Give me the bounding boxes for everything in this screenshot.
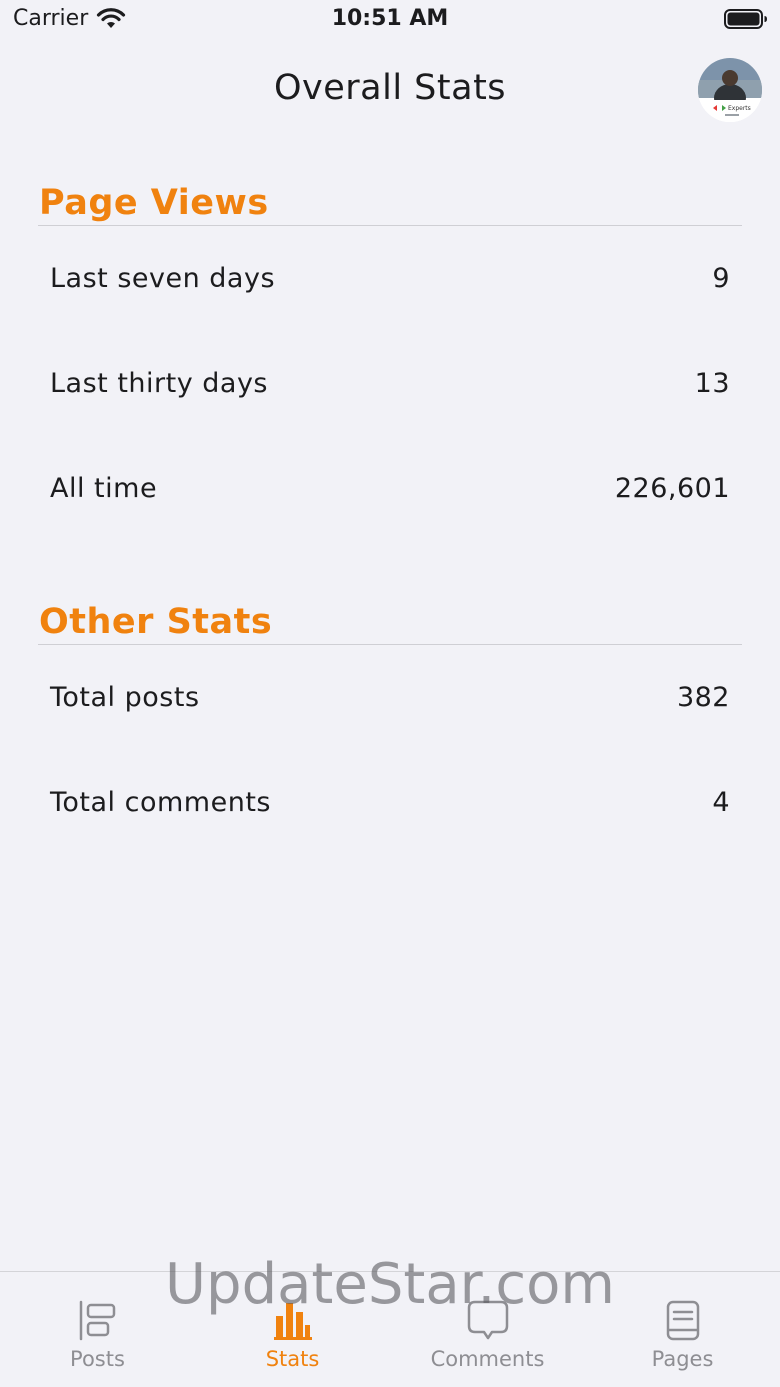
stat-value: 226,601 bbox=[614, 473, 730, 504]
tab-label: Comments bbox=[430, 1347, 545, 1371]
avatar-caption: Experts bbox=[728, 105, 751, 112]
other-stats-section: Other Stats Total posts 382 Total commen… bbox=[38, 600, 742, 855]
stat-row: Last seven days 9 bbox=[38, 226, 742, 331]
avatar[interactable]: Experts bbox=[698, 58, 762, 122]
stat-label: Total comments bbox=[50, 787, 271, 818]
tab-posts[interactable]: Posts bbox=[0, 1272, 195, 1387]
pages-icon bbox=[666, 1300, 699, 1341]
tab-label: Pages bbox=[651, 1347, 714, 1371]
comments-icon bbox=[467, 1300, 508, 1340]
stat-row: Last thirty days 13 bbox=[38, 331, 742, 436]
avatar-image: Experts bbox=[698, 58, 762, 122]
stats-icon bbox=[273, 1303, 312, 1340]
stat-row: Total comments 4 bbox=[38, 750, 742, 855]
stat-label: Last seven days bbox=[50, 263, 276, 294]
stat-value: 9 bbox=[712, 263, 730, 294]
stat-value: 382 bbox=[676, 682, 730, 713]
status-time: 10:51 AM bbox=[331, 6, 449, 31]
stat-value: 4 bbox=[712, 787, 730, 818]
stat-label: Last thirty days bbox=[50, 368, 269, 399]
tab-label: Posts bbox=[70, 1347, 125, 1371]
stat-row: Total posts 382 bbox=[38, 645, 742, 750]
tab-pages[interactable]: Pages bbox=[585, 1272, 780, 1387]
page-views-section: Page Views Last seven days 9 Last thirty… bbox=[38, 181, 742, 541]
posts-icon bbox=[79, 1300, 115, 1341]
stat-row: All time 226,601 bbox=[38, 436, 742, 541]
stat-label: Total posts bbox=[50, 682, 200, 713]
stat-label: All time bbox=[50, 473, 158, 504]
stat-value: 13 bbox=[694, 368, 730, 399]
tab-bar: Posts Stats Comments Pages bbox=[0, 1271, 780, 1387]
tab-stats[interactable]: Stats bbox=[195, 1272, 390, 1387]
section-header-page-views: Page Views bbox=[38, 181, 742, 226]
battery-icon bbox=[724, 9, 767, 29]
page-title: Overall Stats bbox=[273, 68, 507, 108]
tab-label: Stats bbox=[265, 1347, 320, 1371]
status-bar: Carrier 10:51 AM bbox=[0, 0, 780, 40]
section-header-other-stats: Other Stats bbox=[38, 600, 742, 645]
tab-comments[interactable]: Comments bbox=[390, 1272, 585, 1387]
